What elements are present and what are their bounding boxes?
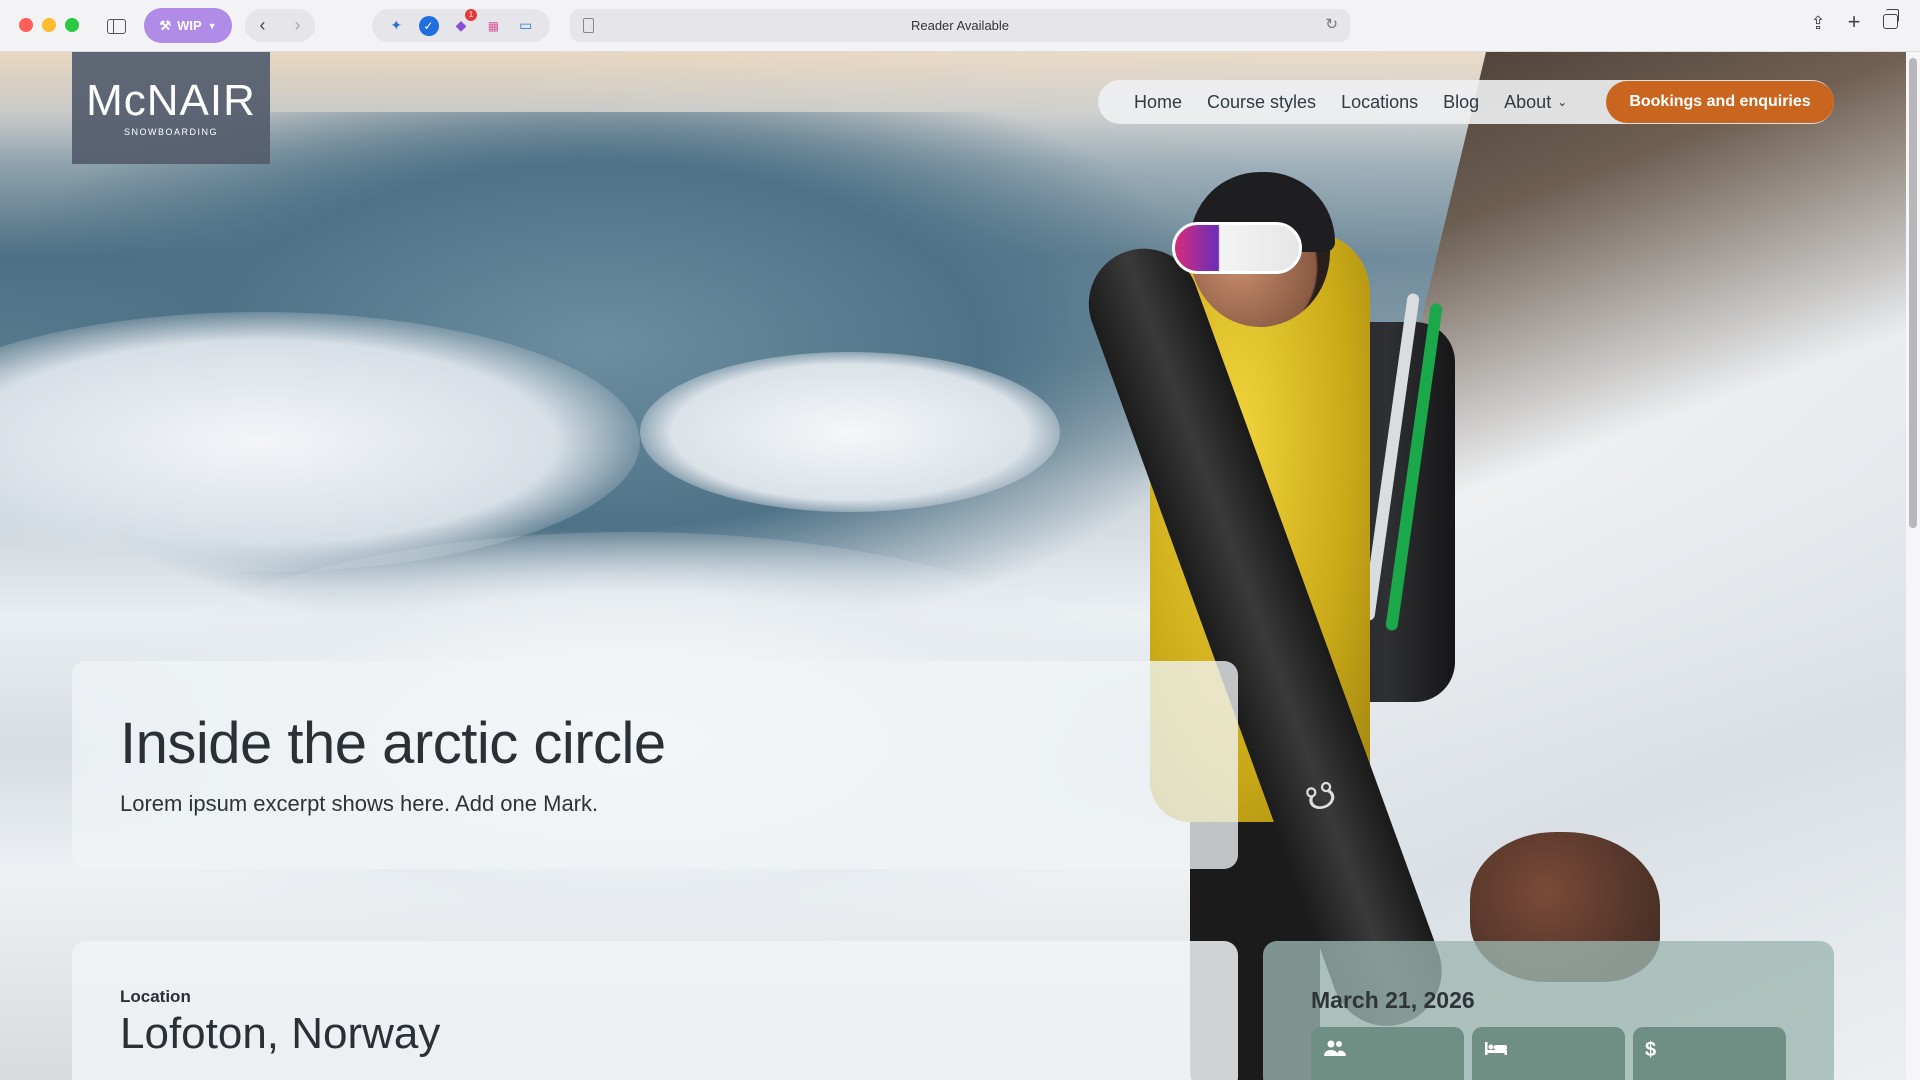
scrollbar-thumb[interactable] — [1909, 58, 1917, 528]
address-bar[interactable]: Reader Available ↻ — [570, 9, 1350, 42]
share-icon[interactable]: ⇪ — [1806, 13, 1830, 34]
minimize-window-button[interactable] — [42, 18, 56, 32]
extension-check-icon[interactable]: ✓ — [418, 15, 439, 36]
extension-diamond-icon[interactable]: ◆ 1 — [451, 8, 477, 36]
reload-icon[interactable]: ↻ — [1325, 15, 1338, 33]
site-logo[interactable]: McNAIR SNOWBOARDING — [72, 52, 270, 164]
zoom-window-button[interactable] — [65, 18, 79, 32]
extension-monitor-icon[interactable]: ▭ — [516, 16, 536, 36]
forward-button[interactable]: › — [295, 15, 301, 36]
tab-overview-icon[interactable] — [1878, 9, 1902, 34]
nav-locations[interactable]: Locations — [1341, 92, 1418, 113]
sidebar-icon — [106, 18, 126, 34]
nav-course-styles[interactable]: Course styles — [1207, 92, 1316, 113]
group-size-tile — [1311, 1027, 1464, 1080]
chevron-down-icon: ▼ — [207, 20, 217, 31]
extension-grid-icon[interactable]: ▦ — [483, 16, 503, 36]
tab-group-label: WIP — [177, 18, 202, 33]
browser-toolbar: ⚒ WIP ▼ ‹ › ✦ ✓ ◆ 1 ▦ ▭ Reader Available… — [0, 0, 1920, 52]
extensions-bar: ✦ ✓ ◆ 1 ▦ ▭ — [372, 8, 550, 42]
nav-about-label: About — [1504, 91, 1552, 112]
hero-excerpt: Lorem ipsum excerpt shows here. Add one … — [120, 791, 599, 816]
group-icon — [1323, 1039, 1347, 1063]
extension-badge: 1 — [464, 8, 477, 21]
trip-details-card: March 21, 2026 $ — [1263, 941, 1834, 1080]
back-button[interactable]: ‹ — [260, 15, 266, 36]
hero-card: Inside the arctic circle Lorem ipsum exc… — [72, 661, 1238, 869]
bookings-button[interactable]: Bookings and enquiries — [1606, 81, 1834, 123]
hero-background-image: ☋ — [0, 52, 1906, 1080]
nav-home[interactable]: Home — [1134, 92, 1182, 113]
page-title: Inside the arctic circle — [120, 711, 666, 776]
accommodation-tile — [1472, 1027, 1625, 1080]
page-scrollbar[interactable] — [1906, 52, 1920, 1080]
trip-date: March 21, 2026 — [1311, 987, 1475, 1013]
reader-icon[interactable] — [583, 18, 594, 33]
location-value: Lofoton, Norway — [120, 1009, 441, 1058]
location-label: Location — [120, 987, 191, 1006]
dollar-icon: $ — [1645, 1039, 1657, 1061]
extension-compass-icon[interactable]: ✦ — [386, 16, 406, 36]
board-logo-icon: ☋ — [1300, 774, 1343, 821]
logo-subtitle: SNOWBOARDING — [123, 127, 218, 137]
address-text: Reader Available — [910, 18, 1010, 33]
nav-blog[interactable]: Blog — [1443, 92, 1479, 113]
chevron-down-icon: ⌄ — [1557, 95, 1568, 109]
new-tab-icon[interactable]: + — [1842, 9, 1866, 35]
tab-group-button[interactable]: ⚒ WIP ▼ — [144, 8, 232, 43]
hammer-icon: ⚒ — [159, 17, 172, 33]
trip-stats: $ — [1311, 1027, 1786, 1080]
history-navigation: ‹ › — [245, 9, 315, 42]
nav-about[interactable]: About ⌄ — [1504, 92, 1567, 113]
price-tile: $ — [1633, 1027, 1786, 1080]
logo-wordmark: McNAIR — [86, 76, 256, 125]
bed-icon — [1484, 1039, 1508, 1062]
rider-goggles — [1172, 222, 1302, 274]
location-card: Location Lofoton, Norway — [72, 941, 1238, 1080]
sidebar-toggle-button[interactable] — [103, 12, 129, 40]
close-window-button[interactable] — [19, 18, 33, 32]
